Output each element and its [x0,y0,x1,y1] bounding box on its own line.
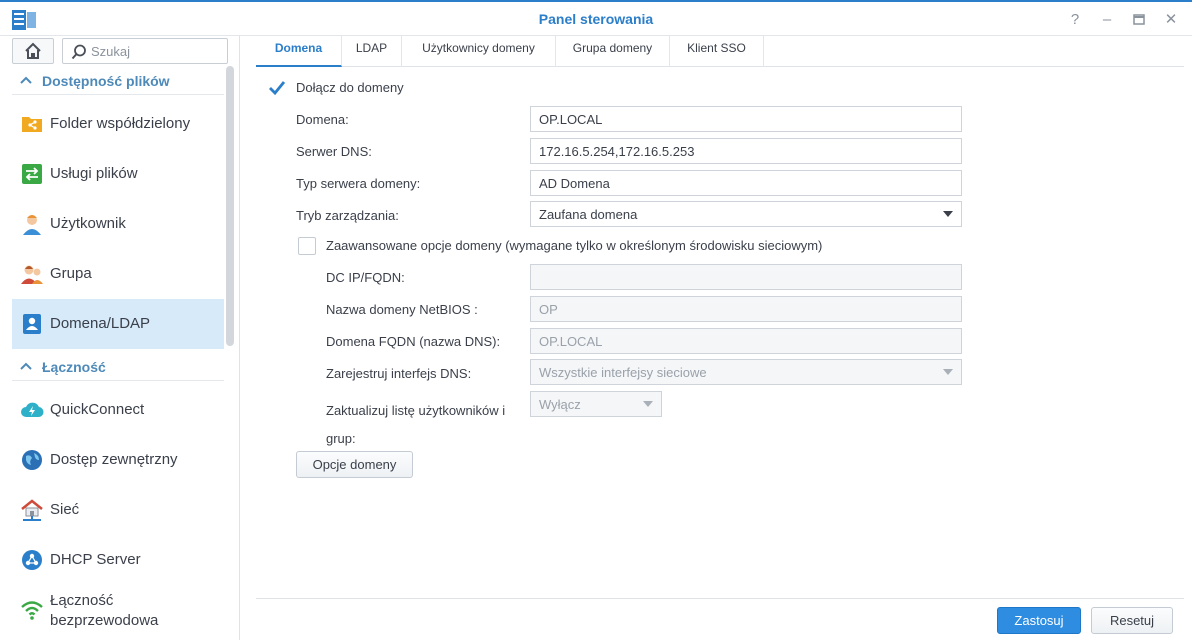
search-icon [71,44,86,60]
management-mode-select[interactable]: Zaufana domena [530,201,962,227]
domain-server-type-label: Typ serwera domeny: [296,176,421,191]
tab-sso-client[interactable]: Klient SSO [670,36,764,67]
tab-bar: Domena LDAP Użytkownicy domeny Grupa dom… [256,36,1184,67]
tab-domain-group[interactable]: Grupa domeny [556,36,670,67]
network-icon [21,499,43,521]
domain-ldap-icon [23,314,41,334]
update-list-value: Wyłącz [539,397,581,412]
apply-button[interactable]: Zastosuj [997,607,1081,634]
shared-folder-icon [22,117,42,132]
dc-ip-input[interactable] [530,264,962,290]
netbios-label: Nazwa domeny NetBIOS : [326,302,478,317]
sidebar-item-user[interactable]: Użytkownik [12,199,224,249]
register-dns-value: Wszystkie interfejsy sieciowe [539,365,707,380]
maximize-icon[interactable] [1129,10,1149,30]
tab-domain[interactable]: Domena [256,36,342,67]
management-mode-value: Zaufana domena [539,207,638,222]
domain-input[interactable]: OP.LOCAL [530,106,962,132]
external-access-icon [22,450,42,470]
update-list-select[interactable]: Wyłącz [530,391,662,417]
netbios-input[interactable]: OP [530,296,962,322]
tab-ldap[interactable]: LDAP [342,36,402,67]
sidebar-item-label: Dostęp zewnętrzny [50,451,178,468]
dropdown-arrow-icon [943,211,953,217]
chevron-up-icon [20,362,32,370]
sidebar-item-label: DHCP Server [50,551,141,568]
user-icon [23,215,41,235]
sidebar-item-file-services[interactable]: Usługi plików [12,149,224,199]
section-label: Dostępność plików [42,73,170,89]
sidebar-item-external-access[interactable]: Dostęp zewnętrzny [12,435,224,485]
section-label: Łączność [42,359,106,375]
quickconnect-icon [21,402,44,418]
sidebar-item-label: Domena/LDAP [50,315,151,332]
sidebar-item-wireless[interactable]: Łączność bezprzewodowa [12,585,224,635]
domain-server-type-field: AD Domena [530,170,962,196]
chevron-up-icon [20,76,32,84]
sidebar-item-label: Sieć [50,501,80,518]
sidebar-item-label: QuickConnect [50,401,145,418]
sidebar-item-domain-ldap[interactable]: Domena/LDAP [12,299,224,349]
file-services-icon [22,164,42,184]
register-dns-select[interactable]: Wszystkie interfejsy sieciowe [530,359,962,385]
advanced-options-checkbox[interactable] [298,237,316,255]
dns-server-input[interactable]: 172.16.5.254,172.16.5.253 [530,138,962,164]
reset-button[interactable]: Resetuj [1091,607,1173,634]
section-connectivity[interactable]: Łączność [12,353,224,381]
footer-divider [256,598,1184,599]
sidebar-item-label: Łączność bezprzewodowa [50,592,159,629]
sidebar-item-network[interactable]: Sieć [12,485,224,535]
dhcp-server-icon [22,550,42,570]
home-icon [25,42,41,59]
group-icon [21,265,43,284]
sidebar-item-label: Grupa [50,265,92,282]
join-domain-checkbox[interactable] [268,79,286,97]
sidebar-scrollbar[interactable] [226,66,234,346]
title-bar: Panel sterowania ? – ✕ [0,0,1192,36]
section-file-access[interactable]: Dostępność plików [12,67,224,95]
sidebar-item-shared-folder[interactable]: Folder współdzielony [12,99,224,149]
sidebar-item-label: Usługi plików [50,165,138,182]
advanced-options-label: Zaawansowane opcje domeny (wymagane tylk… [326,238,823,253]
dc-ip-label: DC IP/FQDN: [326,270,405,285]
sidebar-item-label: Folder współdzielony [50,115,191,132]
domain-options-button[interactable]: Opcje domeny [296,451,413,478]
search-input[interactable] [91,42,221,60]
domain-label: Domena: [296,112,349,127]
management-mode-label: Tryb zarządzania: [296,208,399,223]
minimize-icon[interactable]: – [1097,10,1117,30]
update-list-label: Zaktualizuj listę użytkowników i grup: [326,403,506,446]
sidebar-item-label: Użytkownik [50,215,126,232]
checkmark-icon [269,81,286,96]
sidebar-item-group[interactable]: Grupa [12,249,224,299]
sidebar-item-dhcp-server[interactable]: DHCP Server [12,535,224,585]
tab-domain-users[interactable]: Użytkownicy domeny [402,36,556,67]
help-icon[interactable]: ? [1065,10,1085,30]
dropdown-arrow-icon [943,369,953,375]
fqdn-input[interactable]: OP.LOCAL [530,328,962,354]
dropdown-arrow-icon [643,401,653,407]
register-dns-label: Zarejestruj interfejs DNS: [326,366,472,381]
wireless-icon [21,601,43,620]
home-button[interactable] [12,38,54,64]
close-icon[interactable]: ✕ [1161,10,1181,30]
join-domain-label: Dołącz do domeny [296,80,404,95]
dns-server-label: Serwer DNS: [296,144,372,159]
window-title: Panel sterowania [538,11,654,27]
sidebar: Dostępność plików Folder współdzielony U… [0,36,240,640]
fqdn-label: Domena FQDN (nazwa DNS): [326,334,501,349]
search-box [62,38,228,64]
sidebar-item-quickconnect[interactable]: QuickConnect [12,385,224,435]
